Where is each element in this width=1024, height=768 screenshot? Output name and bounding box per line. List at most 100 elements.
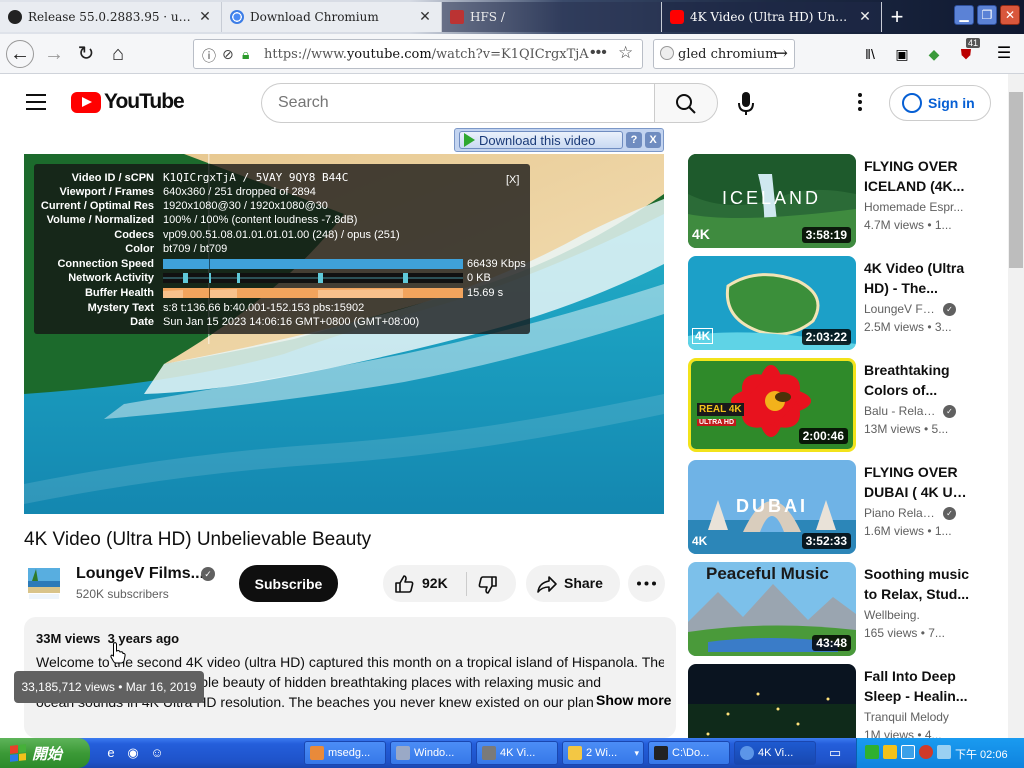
start-button[interactable]: 開始 — [0, 738, 90, 768]
bookmark-star-icon[interactable]: ☆ — [618, 43, 633, 63]
scrollbar-thumb[interactable] — [1009, 92, 1023, 268]
search-bar[interactable]: gled chromium → — [653, 39, 795, 69]
maximize-button[interactable]: ❐ — [977, 5, 997, 25]
tray-security-icon[interactable] — [919, 745, 933, 759]
taskbar-button-4k-video-browser[interactable]: 4K Vi... — [734, 741, 816, 765]
recommended-video-title[interactable]: Fall Into Deep Sleep - Healin... — [864, 666, 974, 706]
connection-speed-graph — [163, 259, 463, 269]
go-arrow-icon[interactable]: → — [773, 43, 788, 64]
screen: Release 55.0.2883.95 · ungoogled ✕ Downl… — [0, 0, 1024, 768]
menu-icon[interactable]: ☰ — [994, 44, 1014, 64]
recommended-channel[interactable]: Tranquil Melody — [864, 710, 968, 724]
download-video-button[interactable]: Download this video — [459, 131, 623, 149]
account-icon — [902, 93, 922, 113]
taskbar-button-msedge[interactable]: msedg... — [304, 741, 386, 765]
youtube-logo[interactable]: YouTube — [71, 90, 185, 113]
verified-badge-icon: ✓ — [943, 405, 956, 418]
info-icon[interactable]: ⓘ — [202, 46, 216, 66]
video-thumbnail[interactable]: 4K 2:03:22 — [688, 256, 856, 350]
tray-app-icon[interactable] — [883, 745, 897, 759]
recommended-video-title[interactable]: FLYING OVER DUBAI ( 4K UH... — [864, 462, 974, 502]
thumbs-down-icon[interactable] — [477, 574, 499, 596]
app-icon — [310, 746, 324, 760]
search-engine-icon — [660, 46, 674, 60]
search-box[interactable] — [261, 83, 655, 123]
recommended-channel[interactable]: Homemade Espr... — [864, 200, 968, 214]
taskbar-button-7zip[interactable]: C:\Do... — [648, 741, 730, 765]
video-thumbnail[interactable]: DUBAI 4K 3:52:33 — [688, 460, 856, 554]
recommended-video-title[interactable]: Breathtaking Colors of... — [864, 360, 974, 400]
tab-youtube-video[interactable]: 4K Video (Ultra HD) Unbelievable ✕ — [662, 2, 882, 32]
app-icon — [740, 746, 754, 760]
new-tab-button[interactable]: + — [884, 4, 910, 30]
channel-avatar[interactable] — [26, 565, 62, 601]
search-input[interactable] — [278, 94, 638, 112]
show-more-button[interactable]: Show more — [593, 692, 672, 708]
page-actions-icon[interactable]: ••• — [590, 44, 607, 62]
video-thumbnail[interactable]: Peaceful Music 43:48 — [688, 562, 856, 656]
youtube-icon — [670, 10, 684, 24]
recommended-video-iceland[interactable]: ICELAND 4K 3:58:19 FLYING OVER ICELAND (4… — [688, 154, 998, 248]
sidebar-icon[interactable]: ▣ — [892, 44, 912, 64]
subscribe-button[interactable]: Subscribe — [239, 565, 338, 602]
minimize-button[interactable]: ▁ — [954, 5, 974, 25]
video-duration: 2:03:22 — [801, 329, 851, 345]
app-quicklaunch-icon[interactable]: ☺ — [148, 744, 166, 762]
recommended-video-colors[interactable]: REAL 4K ULTRA HD 2:00:46 Breathtaking Col… — [688, 358, 998, 452]
recommended-channel[interactable]: Balu - Relaxi... — [864, 404, 936, 418]
window-close-button[interactable]: ✕ — [1000, 5, 1020, 25]
address-bar[interactable]: ⓘ ⊘ 🔒︎ https://www.youtube.com/watch?v=K… — [193, 39, 643, 69]
close-icon[interactable]: ✕ — [197, 9, 213, 25]
settings-more-button[interactable] — [848, 88, 872, 116]
share-button[interactable]: Share — [526, 565, 620, 602]
browser-quicklaunch-icon[interactable]: ◉ — [124, 744, 142, 762]
share-icon — [537, 576, 557, 593]
video-thumbnail[interactable]: ICELAND 4K 3:58:19 — [688, 154, 856, 248]
video-thumbnail[interactable]: REAL 4K ULTRA HD 2:00:46 — [688, 358, 856, 452]
recommended-video-dubai[interactable]: DUBAI 4K 3:52:33 FLYING OVER DUBAI ( 4K U… — [688, 460, 998, 554]
recommended-video-title[interactable]: 4K Video (Ultra HD) - The... — [864, 258, 974, 298]
search-button[interactable] — [654, 83, 718, 123]
close-icon[interactable]: ✕ — [417, 9, 433, 25]
channel-name[interactable]: LoungeV Films... — [76, 565, 204, 583]
recommended-channel[interactable]: Piano Relax... — [864, 506, 936, 520]
more-actions-button[interactable] — [628, 565, 665, 602]
extension-icon[interactable]: ◆ — [924, 44, 944, 64]
tray-volume-icon[interactable] — [937, 745, 951, 759]
tray-network-icon[interactable] — [865, 745, 879, 759]
library-icon[interactable]: ‖\ — [860, 44, 880, 64]
keyboard-icon[interactable]: ▭ — [826, 744, 844, 762]
recommended-video-title[interactable]: FLYING OVER ICELAND (4K... — [864, 156, 974, 196]
close-icon[interactable]: ✕ — [857, 9, 873, 25]
search-query: gled chromium — [678, 47, 778, 62]
youtube-header: YouTube Sign in — [0, 74, 1008, 130]
download-close-button[interactable]: X — [645, 132, 661, 148]
permissions-icon[interactable]: ⊘ — [222, 46, 234, 63]
recommended-video-loungev[interactable]: 4K 2:03:22 4K Video (Ultra HD) - The... L… — [688, 256, 998, 350]
recommended-channel[interactable]: Wellbeing. — [864, 608, 968, 622]
taskbar-button-explorer-group[interactable]: 2 Wi... ▾ — [562, 741, 644, 765]
tab-github-release[interactable]: Release 55.0.2883.95 · ungoogled ✕ — [0, 2, 222, 32]
guide-menu-icon[interactable] — [26, 94, 46, 110]
voice-search-button[interactable] — [727, 84, 765, 122]
ie-quicklaunch-icon[interactable]: e — [102, 744, 120, 762]
youtube-play-icon — [71, 91, 101, 113]
sign-in-button[interactable]: Sign in — [889, 85, 991, 121]
back-button[interactable]: ← — [6, 40, 34, 68]
more-horizontal-icon — [637, 581, 656, 586]
tab-download-chromium[interactable]: Download Chromium ✕ — [222, 2, 442, 32]
tab-hfs[interactable]: HFS / — [442, 2, 662, 32]
recommended-video-title[interactable]: Soothing music to Relax, Stud... — [864, 564, 984, 604]
recommended-video-soothing[interactable]: Peaceful Music 43:48 Soothing music to Re… — [688, 562, 998, 656]
thumbs-up-icon[interactable] — [393, 573, 415, 595]
taskbar-button-windows[interactable]: Windo... — [390, 741, 472, 765]
home-button[interactable]: ⌂ — [104, 40, 132, 68]
forward-button[interactable]: → — [40, 40, 68, 68]
download-help-button[interactable]: ? — [626, 132, 642, 148]
download-toolbar: Download this video ? X — [454, 128, 664, 152]
like-count[interactable]: 92K — [422, 575, 448, 591]
tray-sync-icon[interactable] — [901, 745, 915, 759]
reload-button[interactable]: ↻ — [72, 40, 100, 68]
taskbar-button-4k-video[interactable]: 4K Vi... — [476, 741, 558, 765]
recommended-channel[interactable]: LoungeV Fil... — [864, 302, 936, 316]
